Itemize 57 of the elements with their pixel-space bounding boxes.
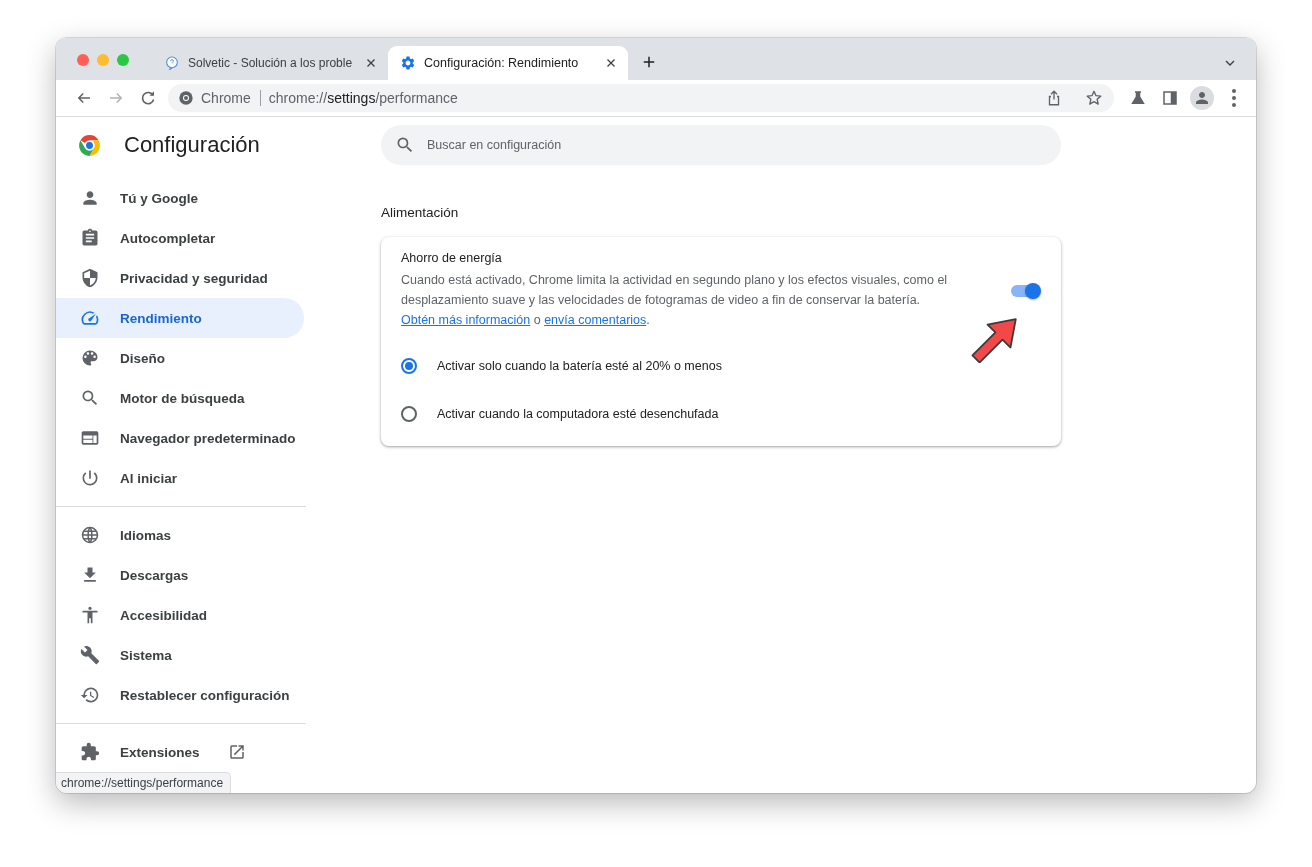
radio-button[interactable] — [401, 358, 417, 374]
side-panel-icon — [1161, 89, 1179, 107]
browser-tab[interactable]: Configuración: Rendimiento — [388, 46, 628, 80]
sidebar-item[interactable]: Al iniciar — [56, 458, 304, 498]
puzzle-icon — [80, 742, 100, 762]
history-icon — [80, 685, 100, 705]
speech-bubble-icon — [164, 55, 180, 71]
sidebar-item[interactable]: Tú y Google — [56, 178, 304, 218]
gear-icon — [400, 55, 416, 71]
sidebar-item[interactable]: Diseño — [56, 338, 304, 378]
status-url: chrome://settings/performance — [56, 772, 232, 793]
avatar-icon — [1193, 89, 1211, 107]
sidebar-item[interactable]: Accesibilidad — [56, 595, 304, 635]
external-link-icon — [227, 743, 246, 761]
chrome-logo-icon — [77, 132, 102, 158]
radio-label: Activar cuando la computadora esté desenchufada — [437, 407, 719, 421]
site-chip[interactable]: Chrome — [178, 90, 261, 106]
setting-title: Ahorro de energía — [401, 251, 503, 265]
setting-description: Cuando está activado, Chrome limita la actividad en segundo plano y los efectos visuales, como el desplazamiento suave y las velocidades de fotogramas de video a fin de conservar la batería. Obtén más información o envía comentarios. — [401, 272, 949, 329]
sidebar-item[interactable]: Rendimiento — [56, 298, 304, 338]
browser-tab[interactable]: Solvetic - Solución a los proble — [152, 46, 388, 80]
star-icon — [1085, 89, 1103, 107]
power-icon — [80, 468, 100, 488]
sidebar-item[interactable]: Autocompletar — [56, 218, 304, 258]
browser-window-icon — [80, 428, 100, 448]
radio-button[interactable] — [401, 406, 417, 422]
address-bar[interactable]: Chrome chrome://settings/performance — [168, 84, 1114, 112]
search-icon — [80, 388, 100, 408]
sidebar-item[interactable]: Descargas — [56, 555, 304, 595]
page-title: Configuración — [124, 132, 260, 158]
clipboard-icon — [80, 228, 100, 248]
section-title: Alimentación — [381, 205, 460, 220]
palette-icon — [80, 348, 100, 368]
chrome-logo-icon — [178, 90, 194, 106]
url-text: chrome://settings/performance — [268, 90, 459, 106]
reload-icon — [139, 89, 157, 107]
sidebar-item[interactable]: Motor de búsqueda — [56, 378, 304, 418]
sidebar-item[interactable]: Navegador predeterminado — [56, 418, 304, 458]
shield-icon — [80, 268, 100, 288]
globe-icon — [80, 525, 100, 545]
toggle-switch[interactable] — [1009, 281, 1041, 300]
more-vertical-icon — [1232, 89, 1236, 107]
accessibility-icon — [80, 605, 100, 625]
flask-icon — [1129, 89, 1147, 107]
text-link[interactable]: Obtén más información — [401, 313, 531, 327]
wrench-icon — [80, 645, 100, 665]
search-field[interactable]: Buscar en configuración — [381, 125, 1061, 165]
speedometer-icon — [80, 308, 100, 328]
search-icon — [395, 135, 415, 155]
sidebar-item[interactable]: Privacidad y seguridad — [56, 258, 304, 298]
sidebar-item[interactable]: Sistema — [56, 635, 304, 675]
tab-title: Configuración: Rendimiento — [424, 56, 580, 70]
radio-label: Activar solo cuando la batería esté al 20% o menos — [437, 359, 722, 373]
sidebar-item[interactable]: Idiomas — [56, 515, 304, 555]
sidebar-item[interactable]: Restablecer configuración — [56, 675, 304, 715]
tab-title: Solvetic - Solución a los proble — [188, 56, 354, 70]
sidebar-item[interactable]: Extensiones — [56, 732, 304, 772]
